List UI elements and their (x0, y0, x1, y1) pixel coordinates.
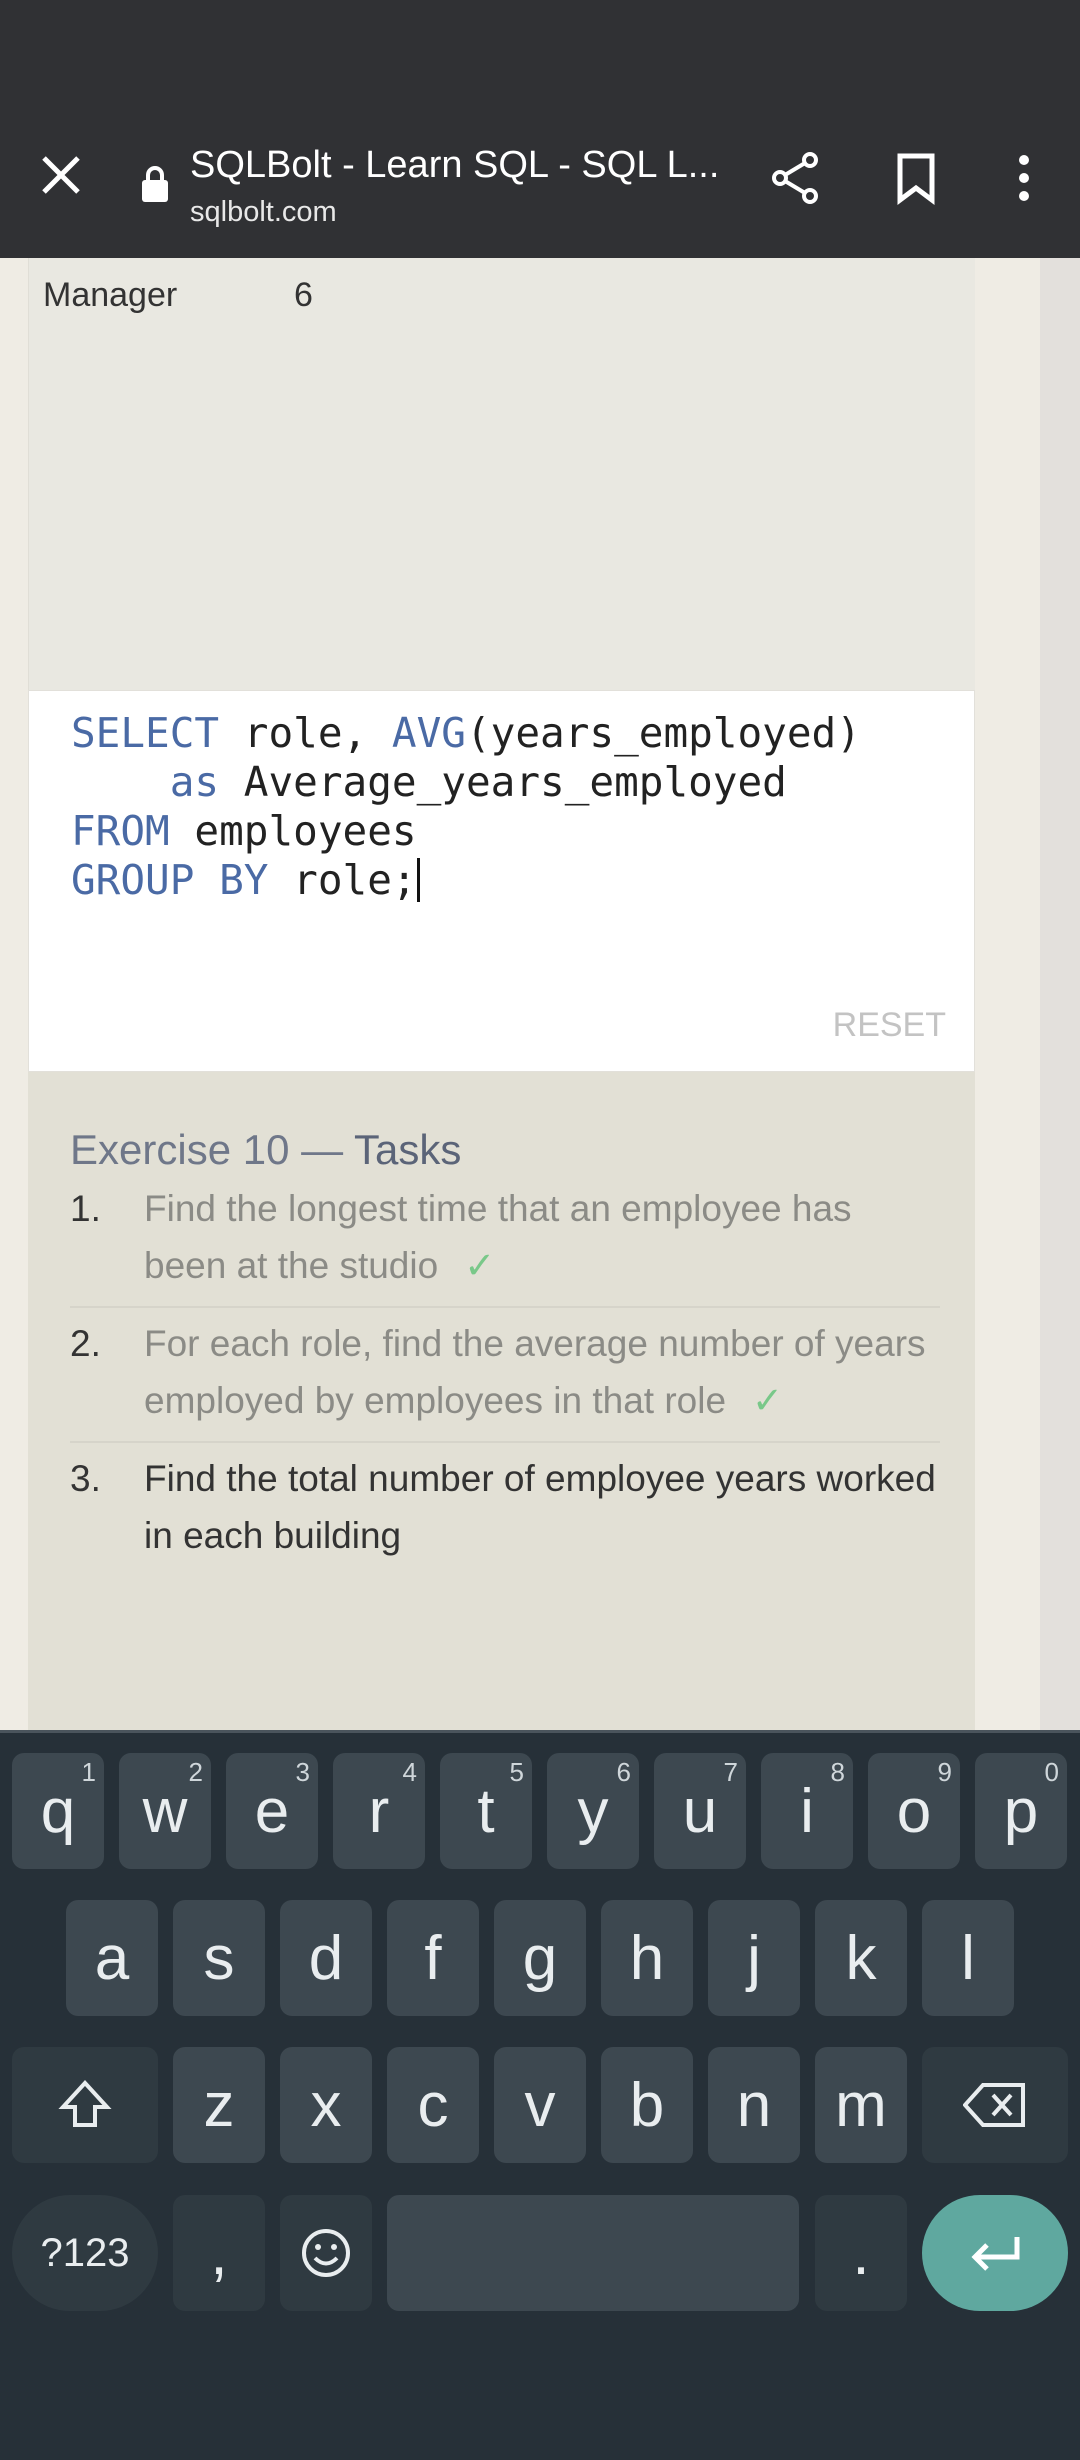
key-i[interactable]: i8 (761, 1753, 853, 1869)
more-vert-icon[interactable] (1000, 150, 1056, 206)
shift-key[interactable] (12, 2047, 158, 2163)
page-url[interactable]: sqlbolt.com (190, 196, 337, 229)
key-q[interactable]: q1 (12, 1753, 104, 1869)
browser-toolbar: SQLBolt - Learn SQL - SQL L... sqlbolt.c… (0, 100, 1080, 258)
sql-text: (years_employed) (465, 709, 861, 757)
key-n[interactable]: n (708, 2047, 800, 2163)
key-m[interactable]: m (815, 2047, 907, 2163)
keyboard: q 1 w 2 e 3 r 4 t 5 y 6 u 7 i 8 o 9 p 0 a s d f g h j k l z x c v b n m ?123… (0, 1730, 1080, 2460)
key-r[interactable]: r4 (333, 1753, 425, 1869)
check-icon: ✓ (464, 1245, 496, 1286)
sql-editor[interactable]: SELECT role, AVG(years_employed) as Aver… (28, 690, 975, 1072)
scroll-track (1040, 258, 1080, 1730)
key-g[interactable]: g (494, 1900, 586, 2016)
sql-keyword: GROUP BY (71, 856, 269, 904)
status-bar (0, 0, 1080, 100)
sql-keyword: as (169, 758, 220, 806)
close-icon[interactable] (36, 150, 86, 200)
key-e[interactable]: e3 (226, 1753, 318, 1869)
task-number: 1. (70, 1188, 101, 1229)
key-h[interactable]: h (601, 1900, 693, 2016)
lock-icon (142, 166, 168, 202)
code-line: GROUP BY role; (71, 856, 861, 905)
space-key[interactable] (387, 2195, 799, 2311)
tasks-heading: Exercise 10 — Tasks (70, 1126, 462, 1173)
key-t[interactable]: t5 (440, 1753, 532, 1869)
task-number: 3. (70, 1458, 101, 1499)
key-a[interactable]: a (66, 1900, 158, 2016)
key-s[interactable]: s (173, 1900, 265, 2016)
shift-icon (58, 2080, 112, 2127)
tasks-panel: Exercise 10 — Tasks 1. Find the longest t… (28, 1072, 975, 1730)
task-item: 3. Find the total number of employee year… (70, 1450, 940, 1564)
key-j[interactable]: j (708, 1900, 800, 2016)
backspace-icon (963, 2083, 1025, 2127)
enter-icon (971, 2237, 1020, 2271)
task-item: 1. Find the longest time that an employee… (70, 1180, 940, 1308)
reset-button[interactable]: RESET (833, 1006, 946, 1045)
code-line: FROM employees (71, 807, 861, 856)
key-p[interactable]: p0 (975, 1753, 1067, 1869)
key-y[interactable]: y6 (547, 1753, 639, 1869)
sql-text: role; (268, 856, 417, 904)
sql-keyword: SELECT (71, 709, 220, 757)
key-l[interactable]: l (922, 1900, 1014, 2016)
sql-text: role, (219, 709, 392, 757)
task-text: For each role, find the average number o… (144, 1323, 926, 1421)
result-value: 6 (294, 276, 313, 314)
key-v[interactable]: v (494, 2047, 586, 2163)
emoji-icon (302, 2229, 350, 2277)
key-b[interactable]: b (601, 2047, 693, 2163)
sql-text: Average_years_employed (219, 758, 787, 806)
task-text: Find the longest time that an employee h… (144, 1188, 852, 1286)
sql-keyword: AVG (391, 709, 466, 757)
key-u[interactable]: u7 (654, 1753, 746, 1869)
bookmark-icon[interactable] (888, 150, 944, 206)
key-period[interactable]: . (815, 2195, 907, 2311)
key-w[interactable]: w2 (119, 1753, 211, 1869)
emoji-key[interactable] (280, 2195, 372, 2311)
key-k[interactable]: k (815, 1900, 907, 2016)
task-item: 2. For each role, find the average number… (70, 1315, 940, 1443)
symbols-key[interactable]: ?123 (12, 2195, 158, 2311)
key-z[interactable]: z (173, 2047, 265, 2163)
task-text: Find the total number of employee years … (144, 1458, 936, 1556)
enter-key[interactable] (922, 2195, 1068, 2311)
share-icon[interactable] (768, 150, 824, 206)
sql-keyword: FROM (71, 807, 170, 855)
key-d[interactable]: d (280, 1900, 372, 2016)
text-cursor (416, 858, 420, 902)
key-c[interactable]: c (387, 2047, 479, 2163)
sql-code[interactable]: SELECT role, AVG(years_employed) as Aver… (71, 709, 861, 905)
backspace-key[interactable] (922, 2047, 1068, 2163)
key-comma[interactable]: , (173, 2195, 265, 2311)
key-o[interactable]: o9 (868, 1753, 960, 1869)
sql-text: employees (169, 807, 417, 855)
key-f[interactable]: f (387, 1900, 479, 2016)
page-title: SQLBolt - Learn SQL - SQL L... (190, 144, 720, 186)
code-line: SELECT role, AVG(years_employed) (71, 709, 861, 758)
task-number: 2. (70, 1323, 101, 1364)
key-x[interactable]: x (280, 2047, 372, 2163)
code-line: as Average_years_employed (71, 758, 861, 807)
query-results: Manager 6 (28, 258, 975, 690)
result-role: Manager (43, 276, 178, 314)
check-icon: ✓ (752, 1380, 784, 1421)
